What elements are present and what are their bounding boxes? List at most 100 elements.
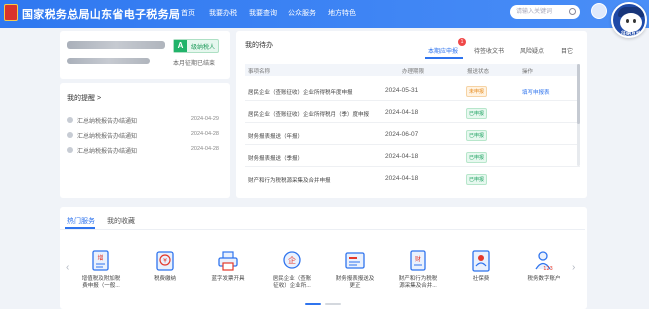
service-enterprise-income-tax[interactable]: 企 居民企业（查账 征收）企业所... xyxy=(268,250,316,290)
carousel-page-indicator[interactable] xyxy=(325,303,341,305)
nav-home[interactable]: 首页 xyxy=(181,8,195,18)
reminder-text: 汇总纳税报告办结通知 xyxy=(77,149,138,155)
reminder-text: 汇总纳税报告办结通知 xyxy=(77,119,138,125)
tax-emblem-icon xyxy=(4,4,18,21)
todo-scrollbar[interactable] xyxy=(577,64,580,166)
nav-public-service[interactable]: 公众服务 xyxy=(288,8,316,18)
status-badge: 已申报 xyxy=(466,108,488,119)
nav-local-features[interactable]: 地方特色 xyxy=(328,8,356,18)
active-tab-indicator xyxy=(425,57,463,59)
todo-item-name: 居民企业（查账征收）企业所得税月（季）度申报 xyxy=(248,112,370,118)
digital-account-icon: 123 xyxy=(534,250,554,272)
mascot-label: 征纳互动 xyxy=(620,31,641,37)
bullet-icon xyxy=(67,117,73,123)
todo-item-name: 财务报表报送（季报） xyxy=(248,156,304,162)
search-placeholder: 请输入关键词 xyxy=(516,9,553,15)
column-header-deadline: 办理期限 xyxy=(402,69,425,75)
financial-report-icon xyxy=(345,250,365,272)
todo-item-name: 财务报表报送（年报） xyxy=(248,134,304,140)
chevron-left-icon[interactable]: ‹ xyxy=(66,262,69,273)
credit-level-badge: A 级纳税人 xyxy=(173,39,219,53)
credit-level-text: 级纳税人 xyxy=(191,45,216,51)
table-row[interactable]: 财务报表报送（季报） 2024-04-18 已申报 xyxy=(245,148,580,167)
invoice-printer-icon xyxy=(218,250,238,272)
service-invoice-issue[interactable]: 蓝字发票开具 xyxy=(204,250,252,283)
service-financial-report[interactable]: 财务报表报送及 更正 xyxy=(331,250,379,290)
todo-item-deadline: 2024-04-18 xyxy=(385,175,419,182)
tab-current-filing[interactable]: 本期应申报 xyxy=(428,46,458,55)
reminder-date: 2024-04-29 xyxy=(190,116,219,122)
reminders-title[interactable]: 我的提醒 > xyxy=(67,93,101,103)
todo-item-deadline: 2024-05-31 xyxy=(385,87,419,94)
column-header-status: 报送状态 xyxy=(467,69,490,75)
scrollbar-thumb[interactable] xyxy=(577,64,580,124)
nav-query[interactable]: 我要查询 xyxy=(249,8,277,18)
redacted-company-name xyxy=(67,41,165,49)
mascot-eye-icon xyxy=(626,19,629,23)
tab-hot-services[interactable]: 热门服务 xyxy=(67,216,95,226)
social-security-icon xyxy=(471,250,491,272)
column-header-action: 操作 xyxy=(522,69,534,75)
table-row[interactable]: 居民企业（查账征收）企业所得税月（季）度申报 2024-04-18 已申报 xyxy=(245,104,580,123)
mascot-assistant[interactable]: 征纳互动 xyxy=(611,2,647,38)
status-badge: 已申报 xyxy=(466,130,488,141)
reminder-text: 汇总纳税报告办结通知 xyxy=(77,134,138,140)
service-digital-account[interactable]: 123 税务数字账户 xyxy=(520,250,568,283)
vat-form-icon: 增 xyxy=(91,250,111,272)
user-avatar-icon[interactable] xyxy=(591,3,607,19)
credit-level-letter: A xyxy=(174,40,187,52)
reminder-date: 2024-04-28 xyxy=(190,146,219,152)
tab-my-favorites[interactable]: 我的收藏 xyxy=(107,216,135,226)
service-label-line2: 源采集及合并... xyxy=(399,283,437,289)
nav-tax-handling[interactable]: 我要办税 xyxy=(209,8,237,18)
table-row[interactable]: 居民企业（查账征收）企业所得税年度申报 2024-05-31 未申报 填写申报表 xyxy=(245,82,580,101)
service-label: 社保费 xyxy=(472,276,490,282)
fill-declaration-link[interactable]: 填写申报表 xyxy=(522,88,550,96)
mascot-eye-icon xyxy=(633,19,636,23)
service-label: 增值税及附加税 xyxy=(81,276,121,282)
search-input[interactable]: 请输入关键词 xyxy=(510,5,580,19)
reminder-date: 2024-04-28 xyxy=(190,131,219,137)
svg-text:123: 123 xyxy=(543,266,553,272)
svg-text:企: 企 xyxy=(288,255,296,265)
reminder-item[interactable]: 汇总纳税报告办结通知 2024-04-28 xyxy=(67,131,219,141)
service-label-line2: 费申报（一般... xyxy=(82,283,120,289)
reminder-item[interactable]: 汇总纳税报告办结通知 2024-04-29 xyxy=(67,116,219,126)
bullet-icon xyxy=(67,147,73,153)
service-label: 税务数字账户 xyxy=(527,276,561,282)
svg-text:¥: ¥ xyxy=(163,258,167,265)
service-social-security[interactable]: 社保费 xyxy=(457,250,505,283)
services-panel xyxy=(60,207,587,309)
service-label: 财务报表报送及 xyxy=(335,276,375,282)
svg-text:财: 财 xyxy=(415,255,421,263)
tab-documents-to-sign[interactable]: 待签收文书 xyxy=(474,46,504,55)
service-label-line2: 征收）企业所... xyxy=(273,283,311,289)
todo-item-name: 财产和行为税税源采集及合并申报 xyxy=(248,178,331,184)
search-icon[interactable] xyxy=(569,8,576,15)
status-badge: 未申报 xyxy=(466,86,488,97)
tab-other[interactable]: 目它 xyxy=(561,46,573,55)
service-label-line2: 更正 xyxy=(349,283,361,289)
site-title[interactable]: 国家税务总局山东省电子税务局 xyxy=(22,6,180,22)
property-tax-icon: 财 xyxy=(408,250,428,272)
reminder-item[interactable]: 汇总纳税报告办结通知 2024-04-28 xyxy=(67,146,219,156)
tax-payment-icon: ¥ xyxy=(155,250,175,272)
redacted-tax-id xyxy=(67,58,150,64)
service-vat-filing[interactable]: 增 增值税及附加税 费申报（一般... xyxy=(77,250,125,290)
service-tax-payment[interactable]: ¥ 税费缴纳 xyxy=(141,250,189,283)
table-row[interactable]: 财产和行为税税源采集及合并申报 2024-04-18 已申报 xyxy=(245,170,580,189)
divider xyxy=(60,229,585,230)
enterprise-tax-icon: 企 xyxy=(282,250,302,272)
service-label: 税费缴纳 xyxy=(153,276,176,282)
service-label: 财产和行为税税 xyxy=(398,276,438,282)
status-badge: 已申报 xyxy=(466,174,488,185)
chevron-right-icon[interactable]: › xyxy=(572,262,575,273)
tab-count-badge: 1 xyxy=(458,38,466,46)
tab-risk-points[interactable]: 风险疑点 xyxy=(520,46,544,55)
table-row[interactable]: 财务报表报送（年报） 2024-06-07 已申报 xyxy=(245,126,580,145)
todo-title: 我的待办 xyxy=(245,42,273,49)
service-property-tax[interactable]: 财 财产和行为税税 源采集及合并... xyxy=(394,250,442,290)
bullet-icon xyxy=(67,132,73,138)
todo-item-name: 居民企业（查账征收）企业所得税年度申报 xyxy=(248,90,353,96)
carousel-page-indicator-active[interactable] xyxy=(305,303,321,305)
